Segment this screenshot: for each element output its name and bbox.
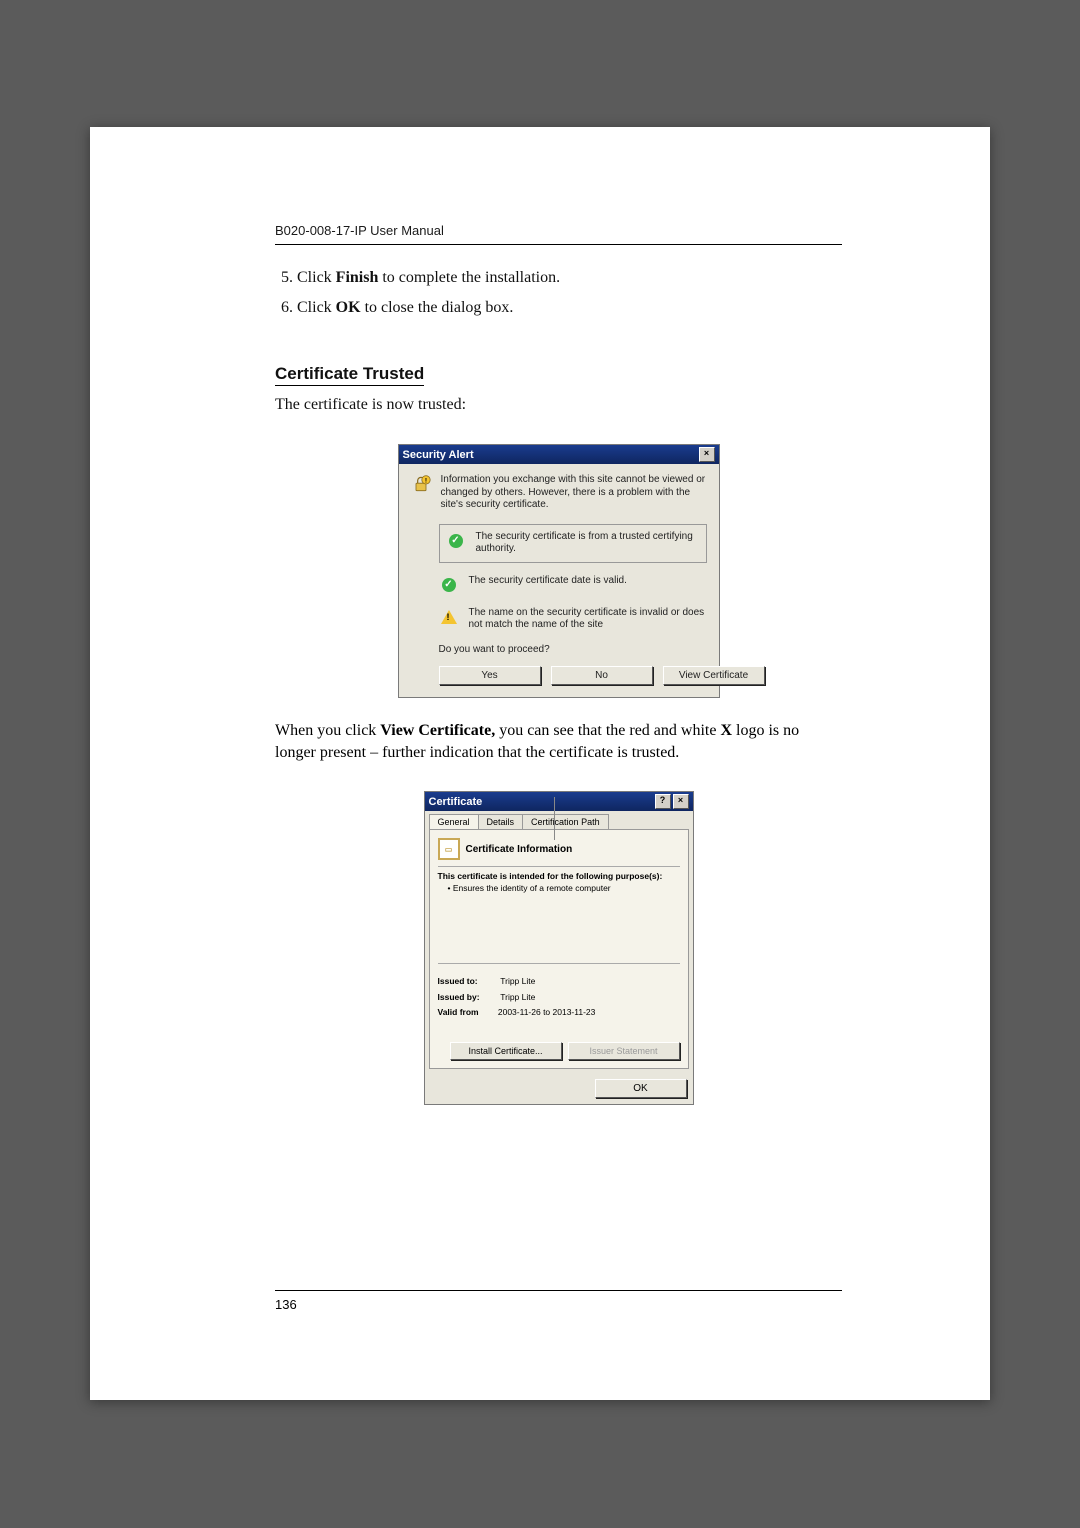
para-text-1: When you click: [275, 722, 380, 739]
alert-line-3: The name on the security certificate is …: [469, 607, 707, 632]
help-icon[interactable]: ?: [655, 794, 671, 809]
yes-button[interactable]: Yes: [439, 666, 541, 685]
valid-from-label: Valid from: [438, 1005, 496, 1020]
page-number: 136: [275, 1297, 842, 1312]
proceed-question: Do you want to proceed?: [439, 644, 707, 657]
security-alert-dialog: Security Alert × ! Information you excha…: [398, 444, 720, 698]
tab-certification-path[interactable]: Certification Path: [522, 814, 609, 829]
lock-warning-icon: !: [411, 474, 431, 494]
cert-info-title: Certificate Information: [466, 844, 573, 855]
step5-bold: Finish: [336, 269, 379, 286]
alert-line-1: The security certificate is from a trust…: [476, 531, 700, 556]
para-text-2: you can see that the red and white: [495, 722, 720, 739]
instruction-list: Click Finish to complete the installatio…: [275, 267, 842, 318]
step-6: Click OK to close the dialog box.: [297, 297, 842, 319]
tab-details[interactable]: Details: [478, 814, 524, 829]
dialog-title: Security Alert: [403, 449, 474, 461]
cert-purpose-heading: This certificate is intended for the fol…: [438, 871, 680, 881]
section-intro: The certificate is now trusted:: [275, 396, 842, 414]
warning-icon: [441, 610, 457, 624]
cert-titlebar: Certificate ? ×: [425, 792, 693, 811]
step5-rest: to complete the installation.: [378, 269, 560, 286]
issued-by-value: Tripp Lite: [500, 992, 535, 1002]
crop-indicator-line: [554, 797, 555, 840]
alert-line-2: The security certificate date is valid.: [469, 575, 707, 588]
step-5: Click Finish to complete the installatio…: [297, 267, 842, 289]
para-bold-2: X: [720, 722, 732, 739]
issued-to-value: Tripp Lite: [500, 976, 535, 986]
install-certificate-button[interactable]: Install Certificate...: [450, 1042, 562, 1060]
close-icon[interactable]: ×: [699, 447, 715, 462]
cert-purpose-item: • Ensures the identity of a remote compu…: [438, 881, 680, 963]
svg-text:!: !: [424, 478, 426, 485]
titlebar: Security Alert ×: [399, 445, 719, 464]
certificate-icon: ▭: [438, 838, 460, 860]
no-button[interactable]: No: [551, 666, 653, 685]
footer-rule: [275, 1290, 842, 1291]
step6-rest: to close the dialog box.: [361, 299, 514, 316]
view-certificate-button[interactable]: View Certificate: [663, 666, 765, 685]
check-icon: [442, 578, 456, 592]
step6-bold: OK: [336, 299, 361, 316]
body-paragraph: When you click View Certificate, you can…: [275, 720, 842, 763]
valid-from-value: 2003-11-26 to 2013-11-23: [496, 1007, 596, 1017]
para-bold-1: View Certificate,: [380, 722, 495, 739]
issuer-statement-button: Issuer Statement: [568, 1042, 680, 1060]
tab-general[interactable]: General: [429, 814, 479, 829]
running-header: B020-008-17-IP User Manual: [275, 223, 842, 238]
step5-prefix: Click: [297, 269, 336, 286]
section-heading: Certificate Trusted: [275, 364, 424, 386]
header-rule: [275, 244, 842, 245]
step6-prefix: Click: [297, 299, 336, 316]
issued-by-label: Issued by:: [438, 990, 496, 1005]
alert-message: Information you exchange with this site …: [441, 474, 707, 512]
issued-to-label: Issued to:: [438, 974, 496, 989]
certificate-dialog: Certificate ? × General Details Certific…: [424, 791, 694, 1105]
check-icon: [449, 534, 463, 548]
ok-button[interactable]: OK: [595, 1079, 687, 1098]
cert-tabs: General Details Certification Path: [425, 814, 693, 829]
close-icon[interactable]: ×: [673, 794, 689, 809]
cert-title: Certificate: [429, 796, 483, 808]
